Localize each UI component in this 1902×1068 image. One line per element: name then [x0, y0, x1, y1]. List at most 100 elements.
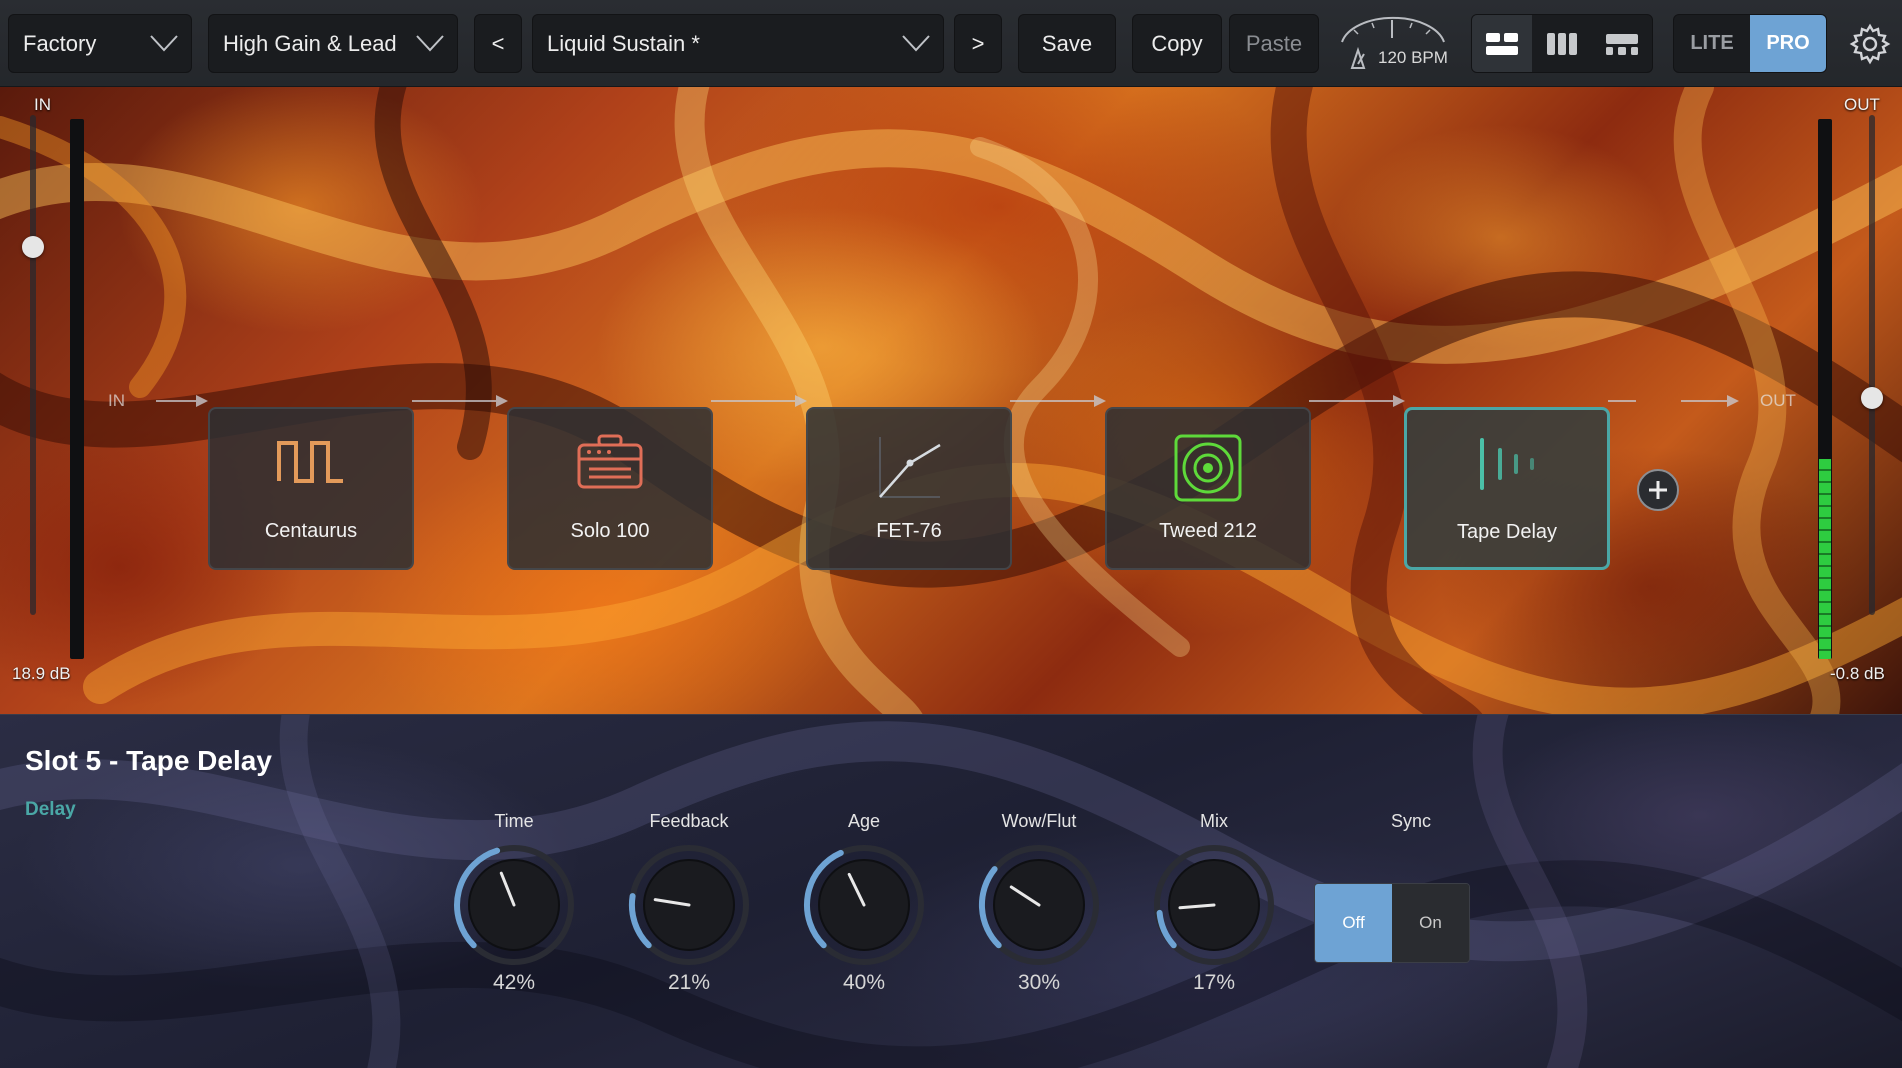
output-level-meter	[1818, 119, 1832, 659]
top-toolbar: Factory High Gain & Lead < Liquid Sustai…	[0, 0, 1902, 87]
chain-slot-label: FET-76	[876, 520, 942, 542]
knob-dial[interactable]	[1152, 843, 1276, 967]
chain-slot-label: Centaurus	[264, 520, 358, 542]
add-slot-button[interactable]	[1637, 469, 1679, 511]
layout-rack-button[interactable]	[1592, 15, 1652, 72]
paste-button-label: Paste	[1245, 30, 1303, 56]
signal-chain-canvas: IN 18.9 dB OUT -0.8 dB IN OUT Centaurus	[0, 87, 1902, 714]
knob-label: Time	[494, 811, 534, 831]
previous-preset-button[interactable]: <	[474, 14, 522, 73]
rack-layout-icon	[1606, 33, 1638, 55]
knob-value: 40%	[842, 971, 886, 994]
output-gain-slider-track[interactable]	[1869, 115, 1875, 615]
wow-flutter-knob[interactable]: Wow/Flut 30%	[964, 811, 1114, 1011]
chain-slot-centaurus[interactable]: Centaurus	[208, 407, 414, 570]
square-wave-icon	[210, 433, 412, 503]
chain-arrow-icon	[196, 395, 208, 407]
slot-editor-title: Slot 5 - Tape Delay	[25, 745, 272, 776]
sync-toggle: Off On	[1314, 883, 1470, 963]
preset-dropdown-value: Liquid Sustain *	[547, 30, 700, 56]
sync-label: Sync	[1390, 811, 1432, 831]
chain-link	[1309, 400, 1393, 402]
knob-dial[interactable]	[452, 843, 576, 967]
save-button-label: Save	[1041, 30, 1093, 56]
category-dropdown-value: High Gain & Lead	[223, 30, 397, 56]
chevron-down-icon	[901, 31, 931, 55]
feedback-knob[interactable]: Feedback 21%	[614, 811, 764, 1011]
knob-value: 17%	[1192, 971, 1236, 994]
previous-preset-label: <	[491, 30, 505, 56]
chain-link	[711, 400, 795, 402]
chain-output-label: OUT	[1760, 391, 1796, 410]
tempo-control[interactable]: 120 BPM	[1334, 12, 1450, 74]
compressor-curve-icon	[808, 433, 1010, 503]
layout-columns-button[interactable]	[1532, 15, 1592, 72]
delay-taps-icon	[1407, 434, 1607, 504]
knob-value: 30%	[1017, 971, 1061, 994]
chain-arrow-icon	[795, 395, 807, 407]
next-preset-button[interactable]: >	[954, 14, 1002, 73]
chain-slot-fet-76[interactable]: FET-76	[806, 407, 1012, 570]
chain-slot-tweed-212[interactable]: Tweed 212	[1105, 407, 1311, 570]
mix-knob[interactable]: Mix 17%	[1139, 811, 1289, 1011]
knob-label: Age	[847, 811, 881, 831]
chain-arrow-icon	[1094, 395, 1106, 407]
columns-layout-icon	[1547, 32, 1577, 55]
knob-label: Wow/Flut	[1001, 811, 1077, 831]
slot-editor-panel: Slot 5 - Tape Delay Delay Time 42% Feedb…	[0, 714, 1902, 1068]
chain-slot-tape-delay[interactable]: Tape Delay	[1404, 407, 1610, 570]
pro-mode-button[interactable]: PRO	[1750, 15, 1826, 72]
input-gain-slider-handle[interactable]	[22, 236, 44, 258]
sync-on-button[interactable]: On	[1392, 884, 1469, 962]
paste-button[interactable]: Paste	[1229, 14, 1319, 73]
age-knob[interactable]: Age 40%	[789, 811, 939, 1011]
next-preset-label: >	[971, 30, 985, 56]
copy-button-label: Copy	[1151, 30, 1203, 56]
chain-arrow-icon	[1393, 395, 1405, 407]
grid-layout-icon	[1486, 32, 1518, 55]
panel-background-artwork	[0, 715, 1902, 1068]
speaker-cabinet-icon	[1107, 433, 1309, 503]
chevron-down-icon	[149, 31, 179, 55]
layout-grid-button[interactable]	[1472, 15, 1532, 72]
amp-head-icon	[509, 433, 711, 503]
preset-dropdown[interactable]: Liquid Sustain *	[532, 14, 944, 73]
slot-editor-category: Delay	[25, 799, 76, 820]
layout-switcher	[1471, 14, 1653, 73]
chain-arrow-icon	[1727, 395, 1739, 407]
output-level-readout: -0.8 dB	[1830, 664, 1885, 683]
chain-slot-label: Tape Delay	[1456, 521, 1558, 543]
bank-dropdown[interactable]: Factory	[8, 14, 192, 73]
chain-slot-label: Tweed 212	[1159, 520, 1257, 542]
mode-switcher: LITE PRO	[1673, 14, 1827, 73]
input-label: IN	[34, 95, 51, 114]
knob-dial[interactable]	[977, 843, 1101, 967]
input-level-meter	[70, 119, 84, 659]
chevron-down-icon	[415, 31, 445, 55]
chain-input-label: IN	[108, 391, 125, 410]
input-level-readout: 18.9 dB	[12, 664, 71, 683]
copy-button[interactable]: Copy	[1132, 14, 1222, 73]
input-gain-slider-track[interactable]	[30, 115, 36, 615]
knob-value: 42%	[492, 971, 536, 994]
save-button[interactable]: Save	[1018, 14, 1116, 73]
settings-gear-icon[interactable]	[1848, 22, 1892, 66]
lite-mode-button[interactable]: LITE	[1674, 15, 1750, 72]
knob-label: Mix	[1200, 811, 1228, 831]
bank-dropdown-value: Factory	[23, 30, 97, 56]
output-label: OUT	[1844, 95, 1880, 114]
time-knob[interactable]: Time 42%	[439, 811, 589, 1011]
knob-dial[interactable]	[802, 843, 926, 967]
category-dropdown[interactable]: High Gain & Lead	[208, 14, 458, 73]
chain-slot-solo-100[interactable]: Solo 100	[507, 407, 713, 570]
chain-link	[1010, 400, 1094, 402]
knob-label: Feedback	[649, 811, 729, 831]
chain-link	[156, 400, 196, 402]
tempo-value: 120 BPM	[1378, 48, 1448, 67]
chain-arrow-icon	[496, 395, 508, 407]
chain-link	[1681, 400, 1727, 402]
knob-dial[interactable]	[627, 843, 751, 967]
chain-link	[412, 400, 496, 402]
sync-off-button[interactable]: Off	[1315, 884, 1392, 962]
output-gain-slider-handle[interactable]	[1861, 387, 1883, 409]
